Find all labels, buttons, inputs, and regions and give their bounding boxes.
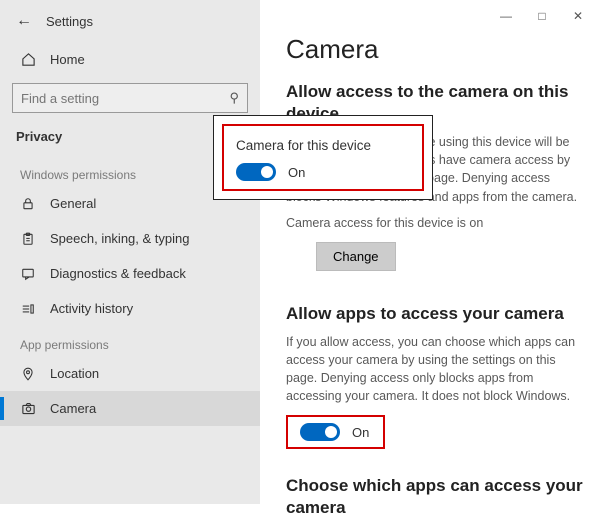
- camera-icon: [20, 401, 36, 416]
- activity-icon: [20, 302, 36, 316]
- nav-camera-label: Camera: [50, 401, 96, 416]
- section1-status: Camera access for this device is on: [286, 216, 588, 230]
- nav-speech[interactable]: Speech, inking, & typing: [0, 221, 260, 256]
- app-title: Settings: [46, 14, 93, 29]
- maximize-button[interactable]: □: [524, 4, 560, 28]
- nav-camera[interactable]: Camera: [0, 391, 260, 426]
- device-camera-toggle-label: On: [288, 165, 305, 180]
- main-content: — □ ✕ Camera Allow access to the camera …: [260, 0, 600, 504]
- nav-general-label: General: [50, 196, 96, 211]
- nav-diagnostics-label: Diagnostics & feedback: [50, 266, 186, 281]
- lock-icon: [20, 197, 36, 211]
- section2-body: If you allow access, you can choose whic…: [286, 333, 588, 406]
- device-camera-toggle[interactable]: [236, 163, 276, 181]
- back-icon[interactable]: ←: [16, 12, 32, 30]
- section3-heading: Choose which apps can access your camera: [286, 475, 588, 519]
- search-input[interactable]: [21, 91, 229, 106]
- nav-home[interactable]: Home: [0, 42, 260, 77]
- section2-heading: Allow apps to access your camera: [286, 303, 588, 325]
- highlight-box-popup: Camera for this device On: [222, 124, 424, 191]
- group-app-permissions: App permissions: [0, 326, 260, 356]
- window-controls: — □ ✕: [488, 4, 596, 28]
- page-title: Camera: [286, 34, 588, 65]
- minimize-button[interactable]: —: [488, 4, 524, 28]
- nav-diagnostics[interactable]: Diagnostics & feedback: [0, 256, 260, 291]
- search-input-container[interactable]: ⚲: [12, 83, 248, 113]
- search-icon: ⚲: [229, 90, 239, 106]
- nav-activity[interactable]: Activity history: [0, 291, 260, 326]
- nav-speech-label: Speech, inking, & typing: [50, 231, 189, 246]
- close-button[interactable]: ✕: [560, 4, 596, 28]
- nav-location-label: Location: [50, 366, 99, 381]
- apps-camera-toggle[interactable]: [300, 423, 340, 441]
- apps-camera-toggle-label: On: [352, 425, 369, 440]
- change-button[interactable]: Change: [316, 242, 396, 271]
- nav-location[interactable]: Location: [0, 356, 260, 391]
- home-icon: [20, 52, 36, 67]
- sidebar: ← Settings Home ⚲ Privacy Windows permis…: [0, 0, 260, 504]
- nav-home-label: Home: [50, 52, 85, 67]
- popup-title: Camera for this device: [236, 138, 410, 153]
- location-icon: [20, 367, 36, 381]
- highlight-box-toggle: On: [286, 415, 385, 449]
- nav-activity-label: Activity history: [50, 301, 133, 316]
- clipboard-icon: [20, 232, 36, 246]
- device-camera-popup: Camera for this device On: [213, 115, 433, 200]
- feedback-icon: [20, 267, 36, 281]
